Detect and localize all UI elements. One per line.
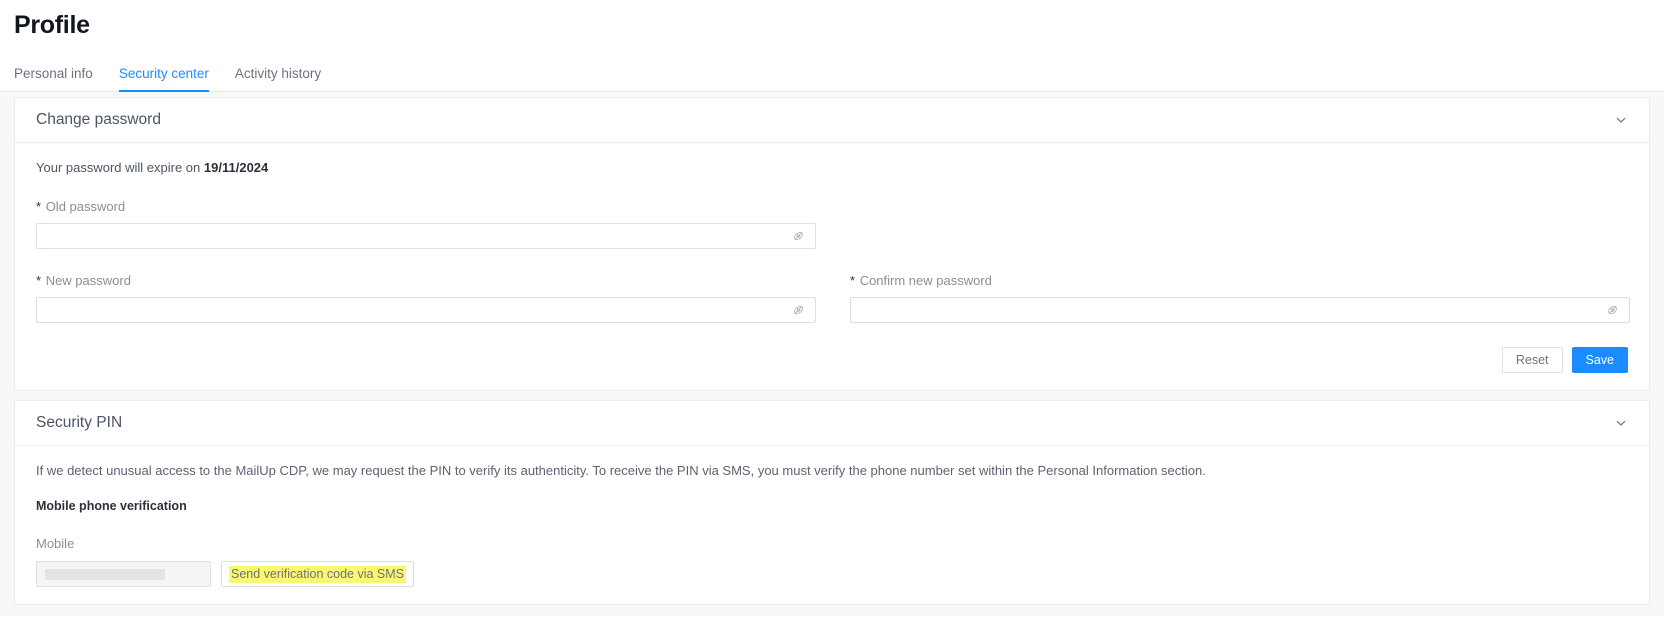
mobile-row: Send verification code via SMS xyxy=(36,561,1628,587)
confirm-password-input[interactable] xyxy=(850,297,1630,323)
security-pin-header[interactable]: Security PIN xyxy=(15,401,1649,446)
save-button[interactable]: Save xyxy=(1571,347,1628,373)
new-password-row: * New password * Confirm new password xyxy=(36,273,1630,323)
tab-label: Activity history xyxy=(234,66,322,81)
mobile-label: Mobile xyxy=(36,536,75,551)
expiry-prefix: Your password will expire on xyxy=(36,160,201,175)
redacted-value xyxy=(45,568,165,580)
send-verification-code-button[interactable]: Send verification code via SMS xyxy=(221,561,415,587)
label-text: Confirm new password xyxy=(859,273,992,288)
expiry-date: 19/11/2024 xyxy=(203,160,269,175)
new-password-input[interactable] xyxy=(36,297,816,323)
content-area: Change password Your password will expir… xyxy=(0,92,1664,616)
form-actions: Reset Save xyxy=(36,347,1628,373)
new-password-column: * New password xyxy=(36,273,816,323)
label-text: New password xyxy=(45,273,131,288)
new-password-label: * New password xyxy=(36,273,816,289)
tab-personal-info[interactable]: Personal info xyxy=(14,66,93,91)
eye-off-icon[interactable] xyxy=(792,304,805,317)
card-title: Security PIN xyxy=(36,414,123,431)
password-expiry-notice: Your password will expire on 19/11/2024 xyxy=(36,159,1628,176)
security-pin-card: Security PIN If we detect unusual access… xyxy=(14,400,1650,605)
chevron-down-icon[interactable] xyxy=(1614,113,1628,127)
required-marker: * xyxy=(36,273,42,288)
change-password-header[interactable]: Change password xyxy=(15,98,1649,143)
tab-activity-history[interactable]: Activity history xyxy=(235,66,321,91)
tab-bar: Personal info Security center Activity h… xyxy=(0,54,1664,92)
mobile-verification-subheading: Mobile phone verification xyxy=(36,499,187,513)
page-header: Profile xyxy=(0,0,1664,40)
confirm-password-label: * Confirm new password xyxy=(850,273,1630,289)
change-password-body: Your password will expire on 19/11/2024 … xyxy=(15,143,1649,390)
old-password-label: * Old password xyxy=(36,199,1628,215)
label-text: Old password xyxy=(45,199,126,214)
reset-button[interactable]: Reset xyxy=(1501,347,1563,373)
tab-security-center[interactable]: Security center xyxy=(118,66,209,92)
chevron-down-icon[interactable] xyxy=(1614,416,1628,430)
tab-label: Personal info xyxy=(14,66,93,81)
old-password-input[interactable] xyxy=(36,223,816,249)
required-marker: * xyxy=(850,273,856,288)
eye-off-icon[interactable] xyxy=(1606,304,1619,317)
confirm-password-column: * Confirm new password xyxy=(850,273,1630,323)
mobile-input[interactable] xyxy=(36,561,211,587)
eye-off-icon[interactable] xyxy=(792,230,805,243)
security-pin-body: If we detect unusual access to the MailU… xyxy=(15,446,1649,604)
card-title: Change password xyxy=(36,111,161,128)
send-sms-label: Send verification code via SMS xyxy=(229,565,407,583)
security-pin-description: If we detect unusual access to the MailU… xyxy=(36,463,1206,478)
tab-label: Security center xyxy=(118,66,209,81)
page-title: Profile xyxy=(14,11,90,39)
change-password-card: Change password Your password will expir… xyxy=(14,97,1650,391)
required-marker: * xyxy=(36,199,42,214)
